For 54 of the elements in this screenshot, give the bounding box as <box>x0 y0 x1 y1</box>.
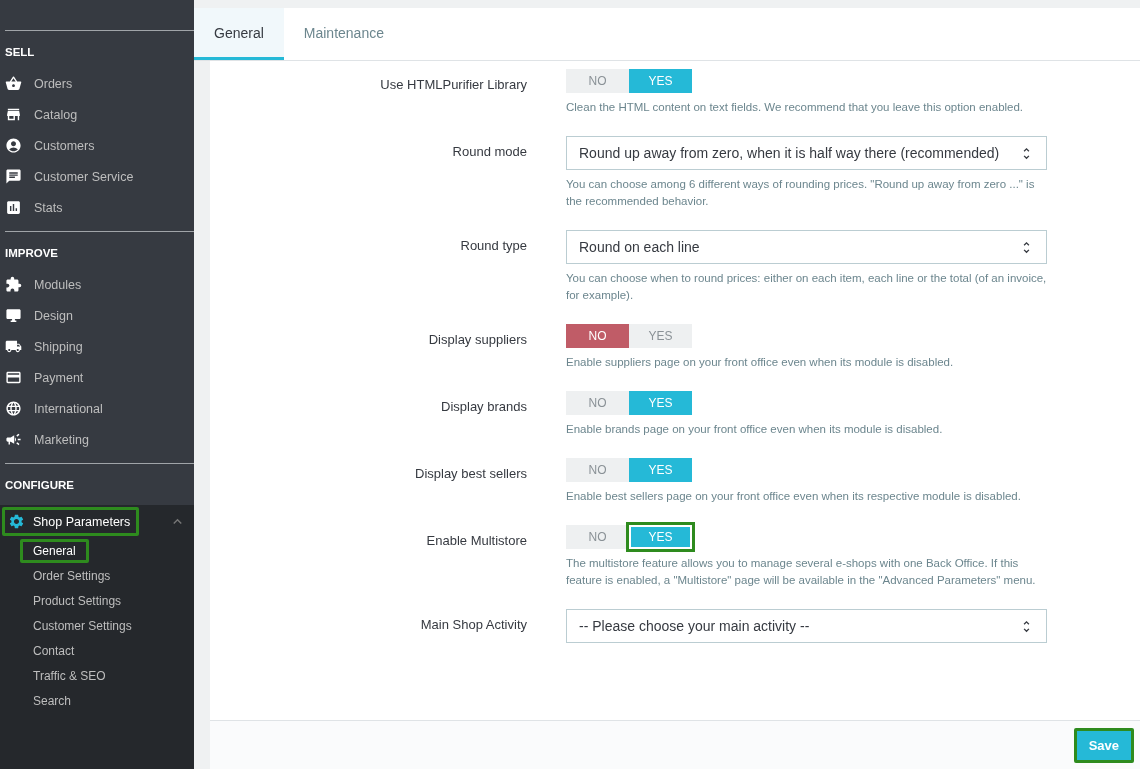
nav-item[interactable]: Stats <box>5 192 194 223</box>
help-text: Enable brands page on your front office even when its module is disabled. <box>566 422 944 437</box>
help-text: The multistore feature allows you to manage several e-shops with one Back Office. If this feature is enabled, a "Multistore" page will be available in the "Advanced Parameters" menu. <box>566 556 1037 588</box>
submenu-item[interactable]: Customer Settings <box>20 614 145 638</box>
person-icon <box>5 137 22 154</box>
submenu-item[interactable]: Order Settings <box>20 564 124 588</box>
field-label: Round mode <box>451 143 527 159</box>
bar-chart-icon <box>5 199 22 216</box>
select-field[interactable]: -- Please choose your main activity -- <box>566 609 1047 643</box>
submenu-item[interactable]: Search <box>20 689 85 713</box>
help-text: You can choose among 6 different ways of rounding prices. "Round up away from zero ..." is the recommended behavior. <box>566 177 1036 209</box>
truck-icon <box>5 338 22 355</box>
section-title: CONFIGURE <box>5 479 75 491</box>
nav-item[interactable]: Payment <box>5 362 194 393</box>
field-label: Round type <box>459 237 527 253</box>
nav-item[interactable]: Shipping <box>5 331 194 362</box>
basket-icon <box>5 75 22 92</box>
submenu-item[interactable]: Product Settings <box>20 589 135 613</box>
help-text: Enable suppliers page on your front office even when its module is disabled. <box>566 355 955 370</box>
field-label: Main Shop Activity <box>419 616 527 632</box>
submenu-item[interactable]: Traffic & SEO <box>20 664 119 688</box>
puzzle-icon <box>5 276 22 293</box>
section-title: SELL <box>5 46 36 58</box>
nav-item[interactable]: Shop Parameters <box>2 507 140 536</box>
nav-item[interactable]: Customers <box>5 130 194 161</box>
chat-icon <box>5 168 22 185</box>
field-label: Display brands <box>440 398 527 414</box>
nav-item[interactable]: Modules <box>5 269 194 300</box>
submenu-item[interactable]: General <box>20 539 89 563</box>
nav-item[interactable]: Marketing <box>5 424 194 455</box>
section-title: IMPROVE <box>5 247 60 259</box>
field-label: Enable Multistore <box>425 532 527 548</box>
submenu-item[interactable]: Contact <box>20 639 88 663</box>
nav-item[interactable]: Catalog <box>5 99 194 130</box>
nav-item[interactable]: Design <box>5 300 194 331</box>
store-icon <box>5 106 22 123</box>
select-field[interactable]: Round on each line <box>566 230 1047 264</box>
field-label: Display best sellers <box>414 465 527 481</box>
nav-item[interactable]: Orders <box>5 68 194 99</box>
field-label: Display suppliers <box>427 331 527 347</box>
card-icon <box>5 369 22 386</box>
no-option[interactable]: NO <box>566 324 629 348</box>
help-text: Clean the HTML content on text fields. We recommend that you leave this option enabled. <box>566 100 1025 115</box>
field-label: Use HTMLPurifier Library <box>379 76 527 92</box>
help-text: Enable best sellers page on your front office even when its respective module is disabled. <box>566 489 1022 504</box>
nav-item[interactable]: International <box>5 393 194 424</box>
help-text: You can choose when to round prices: either on each item, each line or the total (of an invoice, for example). <box>566 271 1047 303</box>
monitor-icon <box>5 307 22 324</box>
globe-icon <box>5 400 22 417</box>
settings-icon <box>8 513 25 530</box>
nav-item[interactable]: Customer Service <box>5 161 194 192</box>
tab[interactable]: General <box>194 8 284 60</box>
megaphone-icon <box>5 431 22 448</box>
select-field[interactable]: Round up away from zero, when it is half way there (recommended) <box>566 136 1047 170</box>
